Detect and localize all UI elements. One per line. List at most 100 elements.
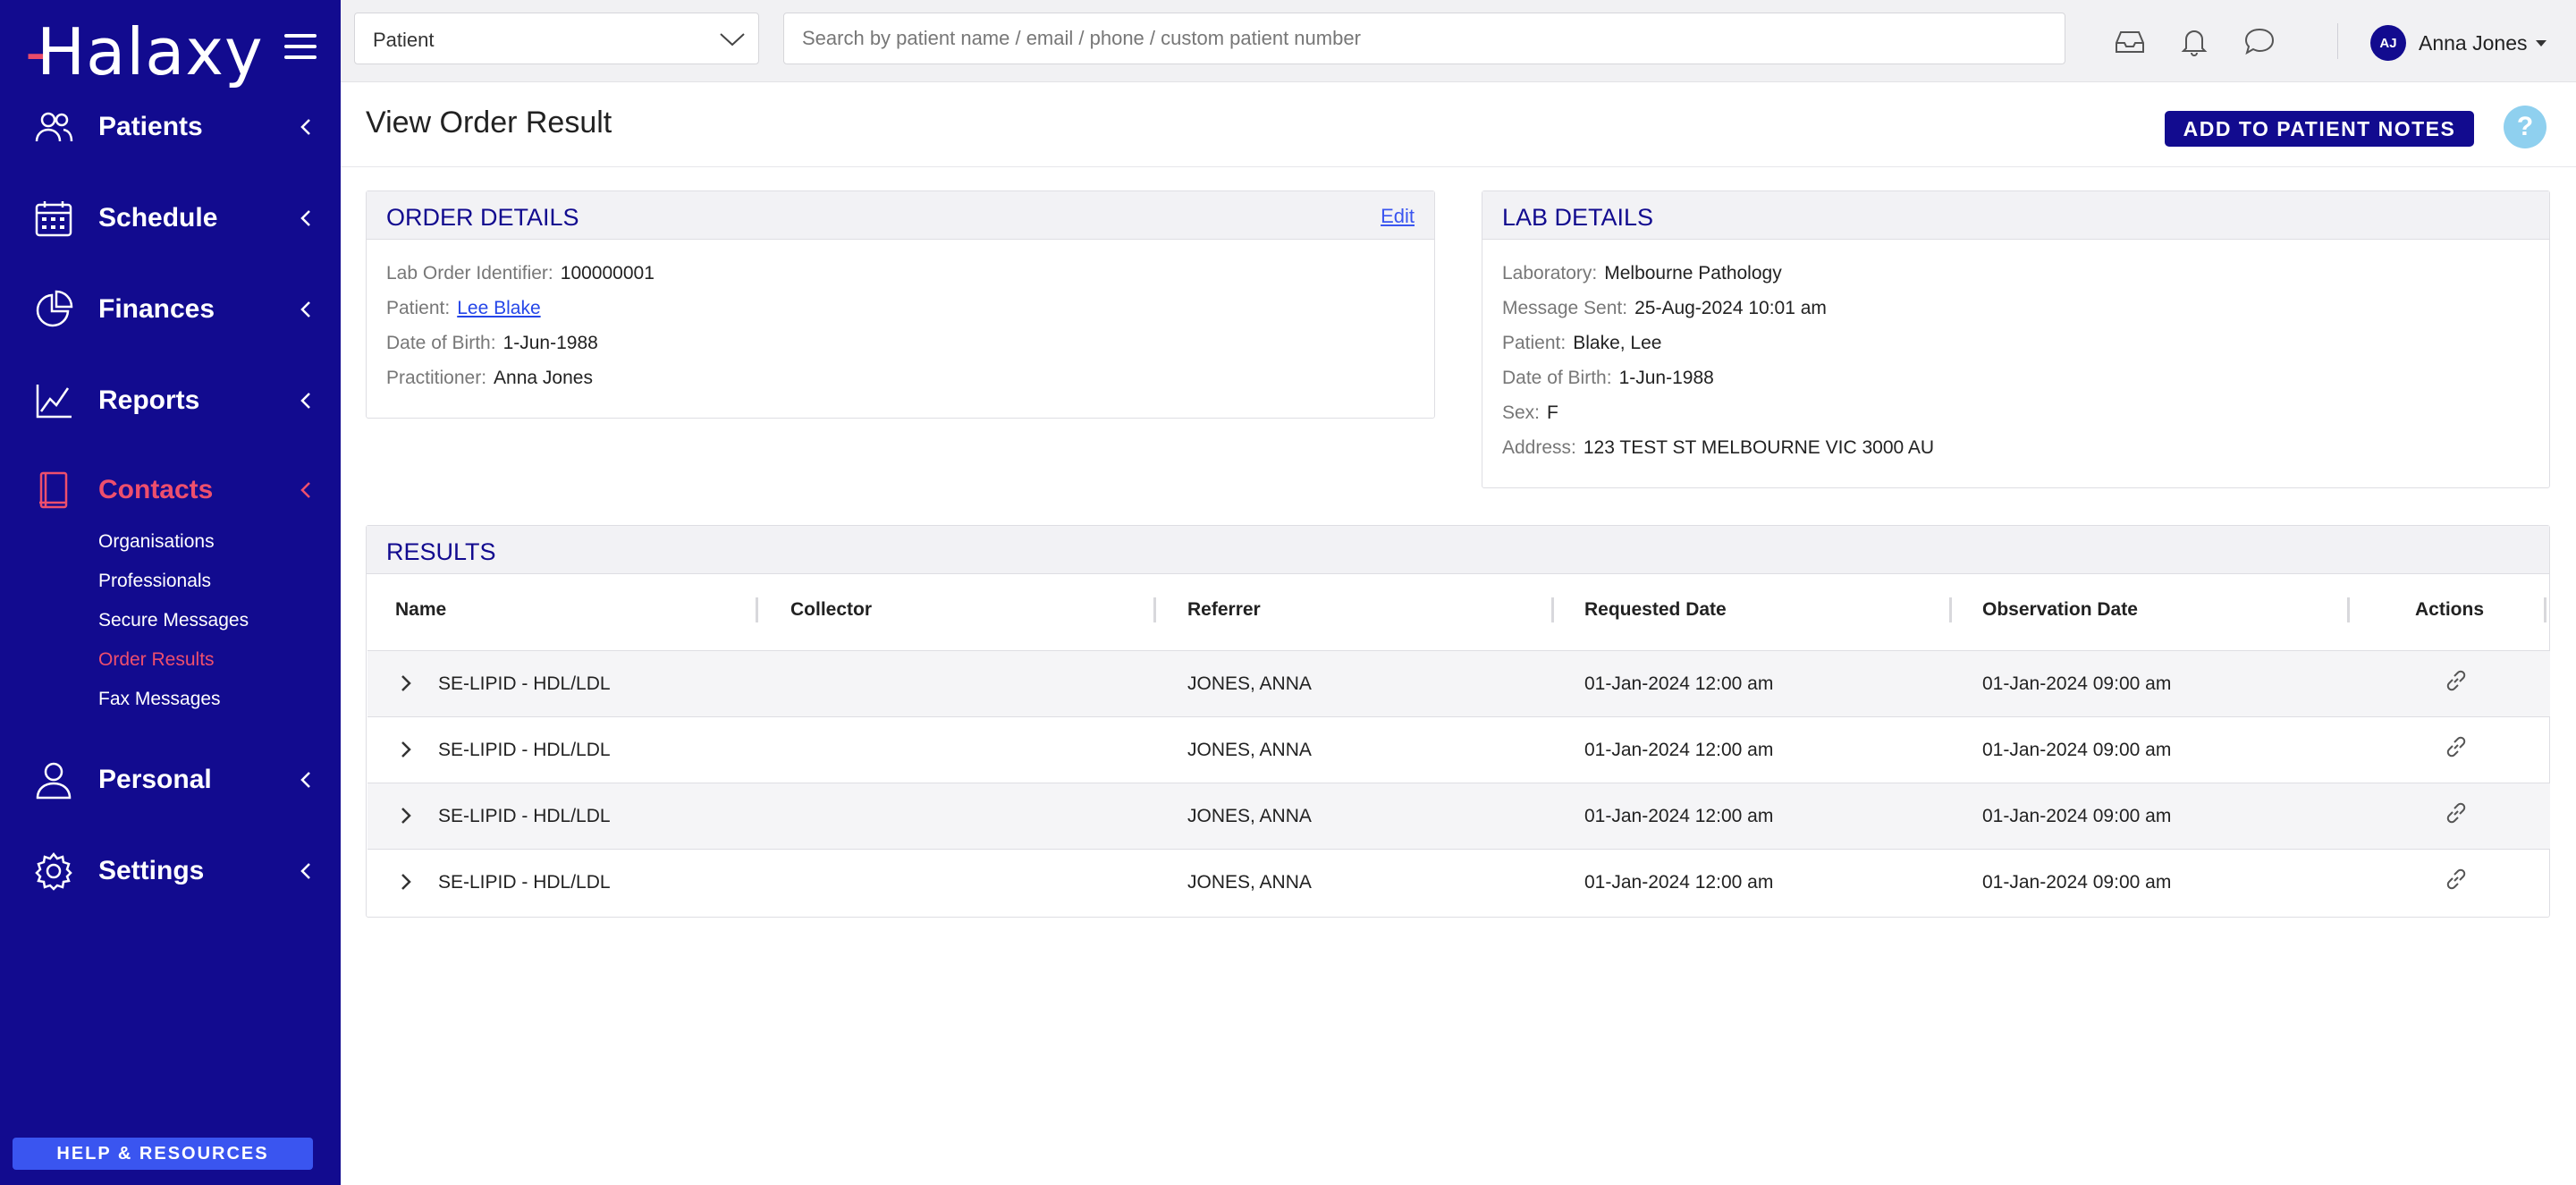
page-title: View Order Result [366, 106, 612, 140]
sidebar-item-label: Contacts [98, 475, 214, 504]
chevron-right-icon[interactable] [400, 740, 412, 759]
cell-requested-date: 01-Jan-2024 12:00 am [1584, 740, 1774, 760]
column-resize-handle[interactable] [2544, 597, 2546, 622]
cell-requested-date: 01-Jan-2024 12:00 am [1584, 806, 1774, 826]
sidebar-item-label: Finances [98, 294, 215, 324]
sidebar-item-label: Settings [98, 856, 205, 885]
sidebar-item-contacts[interactable]: Contacts [0, 454, 341, 526]
card-title: ORDER DETAILS [386, 204, 579, 231]
patient-search-input[interactable] [783, 13, 2065, 64]
card-title: LAB DETAILS [1502, 204, 1654, 231]
cell-name: SE-LIPID - HDL/LDL [438, 806, 611, 826]
column-header-name[interactable]: Name [395, 599, 446, 621]
link-icon[interactable] [2443, 667, 2470, 694]
sidebar-item-label: Reports [98, 385, 200, 415]
sidebar-subitem-fax-messages[interactable]: Fax Messages [98, 689, 221, 710]
sidebar-subitem-secure-messages[interactable]: Secure Messages [98, 610, 249, 631]
caret-down-icon [2536, 39, 2547, 47]
chevron-right-icon[interactable] [400, 806, 412, 825]
card-header: RESULTS [367, 526, 2549, 574]
chevron-left-icon [300, 772, 310, 788]
column-resize-handle[interactable] [756, 597, 758, 622]
cell-name: SE-LIPID - HDL/LDL [438, 872, 611, 893]
field-sex: Sex: F [1502, 402, 1558, 423]
table-row[interactable]: SE-LIPID - HDL/LDL JONES, ANNA 01-Jan-20… [367, 783, 2550, 849]
cell-name: SE-LIPID - HDL/LDL [438, 673, 611, 694]
cell-observation-date: 01-Jan-2024 09:00 am [1982, 806, 2172, 826]
field-date-of-birth: Date of Birth: 1-Jun-1988 [1502, 368, 1714, 388]
sidebar-item-personal[interactable]: Personal [0, 744, 341, 816]
chat-icon[interactable] [2243, 25, 2276, 57]
chevron-left-icon [300, 863, 310, 879]
field-lab-order-identifier: Lab Order Identifier: 100000001 [386, 263, 655, 284]
calendar-icon [35, 201, 72, 237]
lab-details-card: LAB DETAILS Laboratory: Melbourne Patholo… [1482, 190, 2550, 488]
sidebar-item-settings[interactable]: Settings [0, 835, 341, 907]
field-address: Address: 123 TEST ST MELBOURNE VIC 3000 A… [1502, 437, 1935, 458]
address-book-icon [39, 471, 68, 509]
column-resize-handle[interactable] [1551, 597, 1554, 622]
chevron-right-icon[interactable] [400, 872, 412, 892]
pie-chart-icon [36, 290, 73, 327]
help-resources-button[interactable]: HELP & RESOURCES [13, 1138, 313, 1170]
sidebar-subitem-organisations[interactable]: Organisations [98, 531, 215, 553]
cell-observation-date: 01-Jan-2024 09:00 am [1982, 740, 2172, 760]
chevron-left-icon [300, 482, 310, 498]
column-header-referrer[interactable]: Referrer [1187, 599, 1261, 621]
table-row[interactable]: SE-LIPID - HDL/LDL JONES, ANNA 01-Jan-20… [367, 650, 2550, 716]
link-icon[interactable] [2443, 800, 2470, 826]
chevron-left-icon [300, 210, 310, 226]
topbar: Patient AJ Anna Jones [341, 0, 2576, 82]
column-header-actions: Actions [2415, 599, 2485, 620]
table-row[interactable]: SE-LIPID - HDL/LDL JONES, ANNA 01-Jan-20… [367, 716, 2550, 783]
link-icon[interactable] [2443, 866, 2470, 893]
gear-icon [35, 851, 72, 891]
chevron-left-icon [300, 119, 310, 135]
column-resize-handle[interactable] [1949, 597, 1952, 622]
table-row[interactable]: SE-LIPID - HDL/LDL JONES, ANNA 01-Jan-20… [367, 849, 2550, 915]
chevron-right-icon[interactable] [400, 673, 412, 693]
order-details-card: ORDER DETAILS Edit Lab Order Identifier:… [366, 190, 1435, 419]
sidebar-item-reports[interactable]: Reports [0, 365, 341, 436]
sidebar-subitem-professionals[interactable]: Professionals [98, 571, 211, 592]
chevron-left-icon [300, 301, 310, 317]
patient-type-select[interactable]: Patient [354, 13, 759, 64]
card-header: ORDER DETAILS Edit [367, 191, 1434, 240]
column-header-observation-date[interactable]: Observation Date [1982, 599, 2138, 621]
inbox-icon[interactable] [2114, 25, 2146, 57]
user-menu[interactable]: AJ Anna Jones [2370, 25, 2547, 61]
cell-requested-date: 01-Jan-2024 12:00 am [1584, 673, 1774, 694]
add-to-patient-notes-button[interactable]: ADD TO PATIENT NOTES [2165, 111, 2474, 147]
person-icon [36, 762, 72, 800]
patient-link[interactable]: Lee Blake [457, 298, 540, 318]
field-laboratory: Laboratory: Melbourne Pathology [1502, 263, 1782, 284]
edit-link[interactable]: Edit [1381, 205, 1415, 228]
sidebar-item-label: Schedule [98, 203, 218, 233]
chevron-left-icon [300, 393, 310, 409]
logo[interactable]: -Halaxy [25, 14, 264, 89]
cell-name: SE-LIPID - HDL/LDL [438, 740, 611, 760]
card-header: LAB DETAILS [1482, 191, 2549, 240]
avatar: AJ [2370, 25, 2406, 61]
column-header-collector[interactable]: Collector [790, 599, 872, 621]
bell-icon[interactable] [2178, 25, 2210, 57]
header-divider [341, 166, 2576, 167]
link-icon[interactable] [2443, 733, 2470, 760]
column-resize-handle[interactable] [2347, 597, 2350, 622]
sidebar-item-finances[interactable]: Finances [0, 274, 341, 345]
field-practitioner: Practitioner: Anna Jones [386, 368, 593, 388]
patient-type-value: Patient [373, 29, 435, 51]
column-resize-handle[interactable] [1153, 597, 1156, 622]
sidebar-item-schedule[interactable]: Schedule [0, 182, 341, 254]
field-patient: Patient: Lee Blake [386, 298, 541, 318]
sidebar-item-patients[interactable]: Patients [0, 91, 341, 163]
column-header-requested-date[interactable]: Requested Date [1584, 599, 1727, 621]
sidebar-subitem-order-results[interactable]: Order Results [98, 649, 215, 671]
line-chart-icon [36, 385, 72, 419]
cell-referrer: JONES, ANNA [1187, 872, 1312, 893]
cell-referrer: JONES, ANNA [1187, 673, 1312, 694]
help-icon[interactable]: ? [2504, 106, 2546, 148]
cell-observation-date: 01-Jan-2024 09:00 am [1982, 673, 2172, 694]
user-name: Anna Jones [2419, 30, 2528, 55]
menu-toggle-icon[interactable] [284, 34, 317, 61]
